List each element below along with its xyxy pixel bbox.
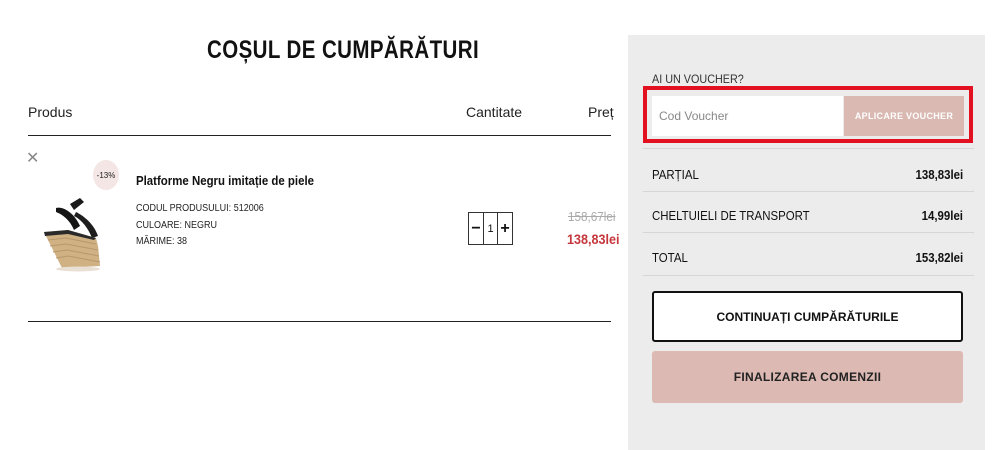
column-header-product: Produs <box>28 104 73 120</box>
product-image[interactable] <box>40 196 102 274</box>
quantity-value[interactable]: 1 <box>483 213 498 244</box>
item-divider <box>28 321 611 322</box>
total-label: TOTAL <box>652 250 688 265</box>
order-summary-panel: AI UN VOUCHER? APLICARE VOUCHER PARȚIAL … <box>628 35 985 450</box>
product-color-value: NEGRU <box>184 220 218 231</box>
summary-divider <box>643 275 974 276</box>
product-color-label: CULOARE: <box>136 220 183 231</box>
quantity-decrement-button[interactable]: − <box>469 213 483 244</box>
quantity-increment-button[interactable]: + <box>498 213 512 244</box>
product-color: CULOARE: NEGRU <box>136 220 217 231</box>
product-code: CODUL PRODUSULUI: 512006 <box>136 203 264 214</box>
original-price: 158,67lei <box>568 209 616 224</box>
total-value: 153,82lei <box>915 250 963 265</box>
discounted-price: 138,83lei <box>567 231 620 247</box>
voucher-code-input[interactable] <box>652 96 843 136</box>
product-size-label: MĂRIME: <box>136 236 175 247</box>
page-title: COȘUL DE CUMPĂRĂTURI <box>207 36 480 64</box>
cart-section: COȘUL DE CUMPĂRĂTURI Produs Cantitate Pr… <box>0 0 628 450</box>
subtotal-label: PARȚIAL <box>652 167 699 182</box>
continue-shopping-button[interactable]: CONTINUAȚI CUMPĂRĂTURILE <box>652 291 963 342</box>
header-divider <box>28 135 611 136</box>
summary-divider <box>643 232 974 233</box>
product-size: MĂRIME: 38 <box>136 236 187 247</box>
quantity-stepper: − 1 + <box>468 212 513 245</box>
column-header-price: Preț <box>588 104 614 120</box>
summary-divider <box>643 148 974 149</box>
product-size-value: 38 <box>177 236 188 247</box>
product-name[interactable]: Platforme Negru imitație de piele <box>136 173 314 188</box>
product-code-label: CODUL PRODUSULUI: <box>136 203 232 214</box>
checkout-button[interactable]: FINALIZAREA COMENZII <box>652 351 963 403</box>
shipping-value: 14,99lei <box>921 208 963 223</box>
voucher-title: AI UN VOUCHER? <box>652 72 744 86</box>
column-header-quantity: Cantitate <box>466 104 523 120</box>
summary-divider <box>643 191 974 192</box>
remove-item-close-icon[interactable]: ✕ <box>26 148 39 168</box>
product-code-value: 512006 <box>233 203 264 214</box>
shipping-label: CHELTUIELI DE TRANSPORT <box>652 208 810 223</box>
apply-voucher-button[interactable]: APLICARE VOUCHER <box>844 96 964 136</box>
discount-badge: -13% <box>93 160 119 190</box>
subtotal-value: 138,83lei <box>915 167 963 182</box>
